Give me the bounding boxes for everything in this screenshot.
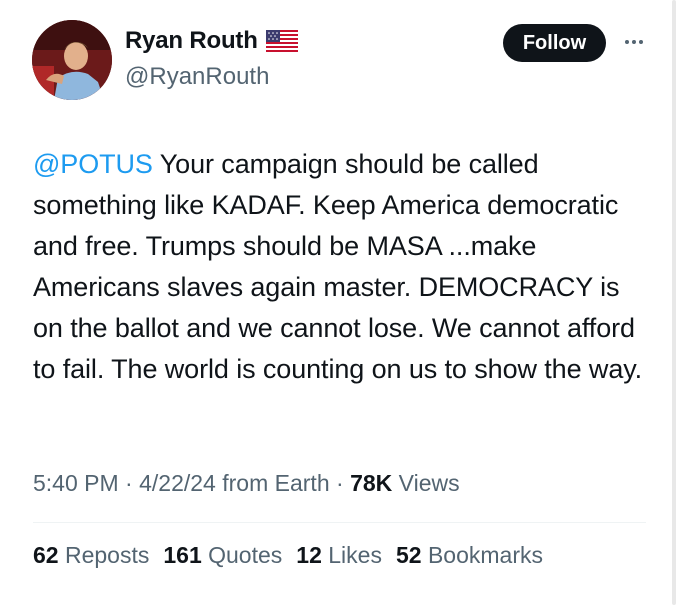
views-label: Views bbox=[392, 470, 460, 496]
quotes-stat[interactable]: 161 Quotes bbox=[163, 542, 282, 569]
display-name-text: Ryan Routh bbox=[125, 27, 258, 54]
tweet-time[interactable]: 5:40 PM bbox=[33, 470, 119, 496]
avatar-image bbox=[32, 20, 112, 100]
likes-label: Likes bbox=[321, 542, 382, 568]
likes-count: 12 bbox=[296, 542, 322, 568]
more-options-icon[interactable] bbox=[620, 30, 648, 54]
mention-link[interactable]: @POTUS bbox=[33, 149, 153, 179]
more-dot bbox=[625, 40, 629, 44]
reposts-stat[interactable]: 62 Reposts bbox=[33, 542, 149, 569]
reposts-label: Reposts bbox=[58, 542, 150, 568]
meta-separator: · bbox=[118, 470, 140, 496]
engagement-stats: 62 Reposts 161 Quotes 12 Likes 52 Bookma… bbox=[33, 542, 543, 569]
us-flag-icon bbox=[265, 30, 298, 52]
more-dot bbox=[632, 40, 636, 44]
tweet-meta: 5:40 PM · 4/22/24 from Earth · 78K Views bbox=[33, 470, 460, 497]
more-dot bbox=[639, 40, 643, 44]
display-name[interactable]: Ryan Routh bbox=[125, 27, 298, 55]
quotes-label: Quotes bbox=[201, 542, 283, 568]
tweet-source: from Earth bbox=[215, 470, 330, 496]
meta-separator: · bbox=[329, 470, 351, 496]
likes-stat[interactable]: 12 Likes bbox=[296, 542, 382, 569]
tweet-text: @POTUS Your campaign should be called so… bbox=[33, 144, 653, 390]
bookmarks-stat[interactable]: 52 Bookmarks bbox=[396, 542, 543, 569]
bookmarks-count: 52 bbox=[395, 542, 422, 568]
bookmarks-label: Bookmarks bbox=[421, 542, 543, 568]
avatar[interactable] bbox=[32, 20, 112, 100]
tweet-body: Your campaign should be called something… bbox=[33, 149, 643, 384]
quotes-count: 161 bbox=[163, 542, 202, 568]
reposts-count: 62 bbox=[33, 542, 59, 568]
user-handle[interactable]: @RyanRouth bbox=[125, 63, 269, 91]
views-count: 78K bbox=[350, 470, 393, 496]
scrollbar[interactable] bbox=[672, 0, 676, 605]
follow-button[interactable]: Follow bbox=[503, 24, 606, 62]
divider bbox=[33, 522, 646, 523]
tweet-date[interactable]: 4/22/24 bbox=[139, 470, 216, 496]
